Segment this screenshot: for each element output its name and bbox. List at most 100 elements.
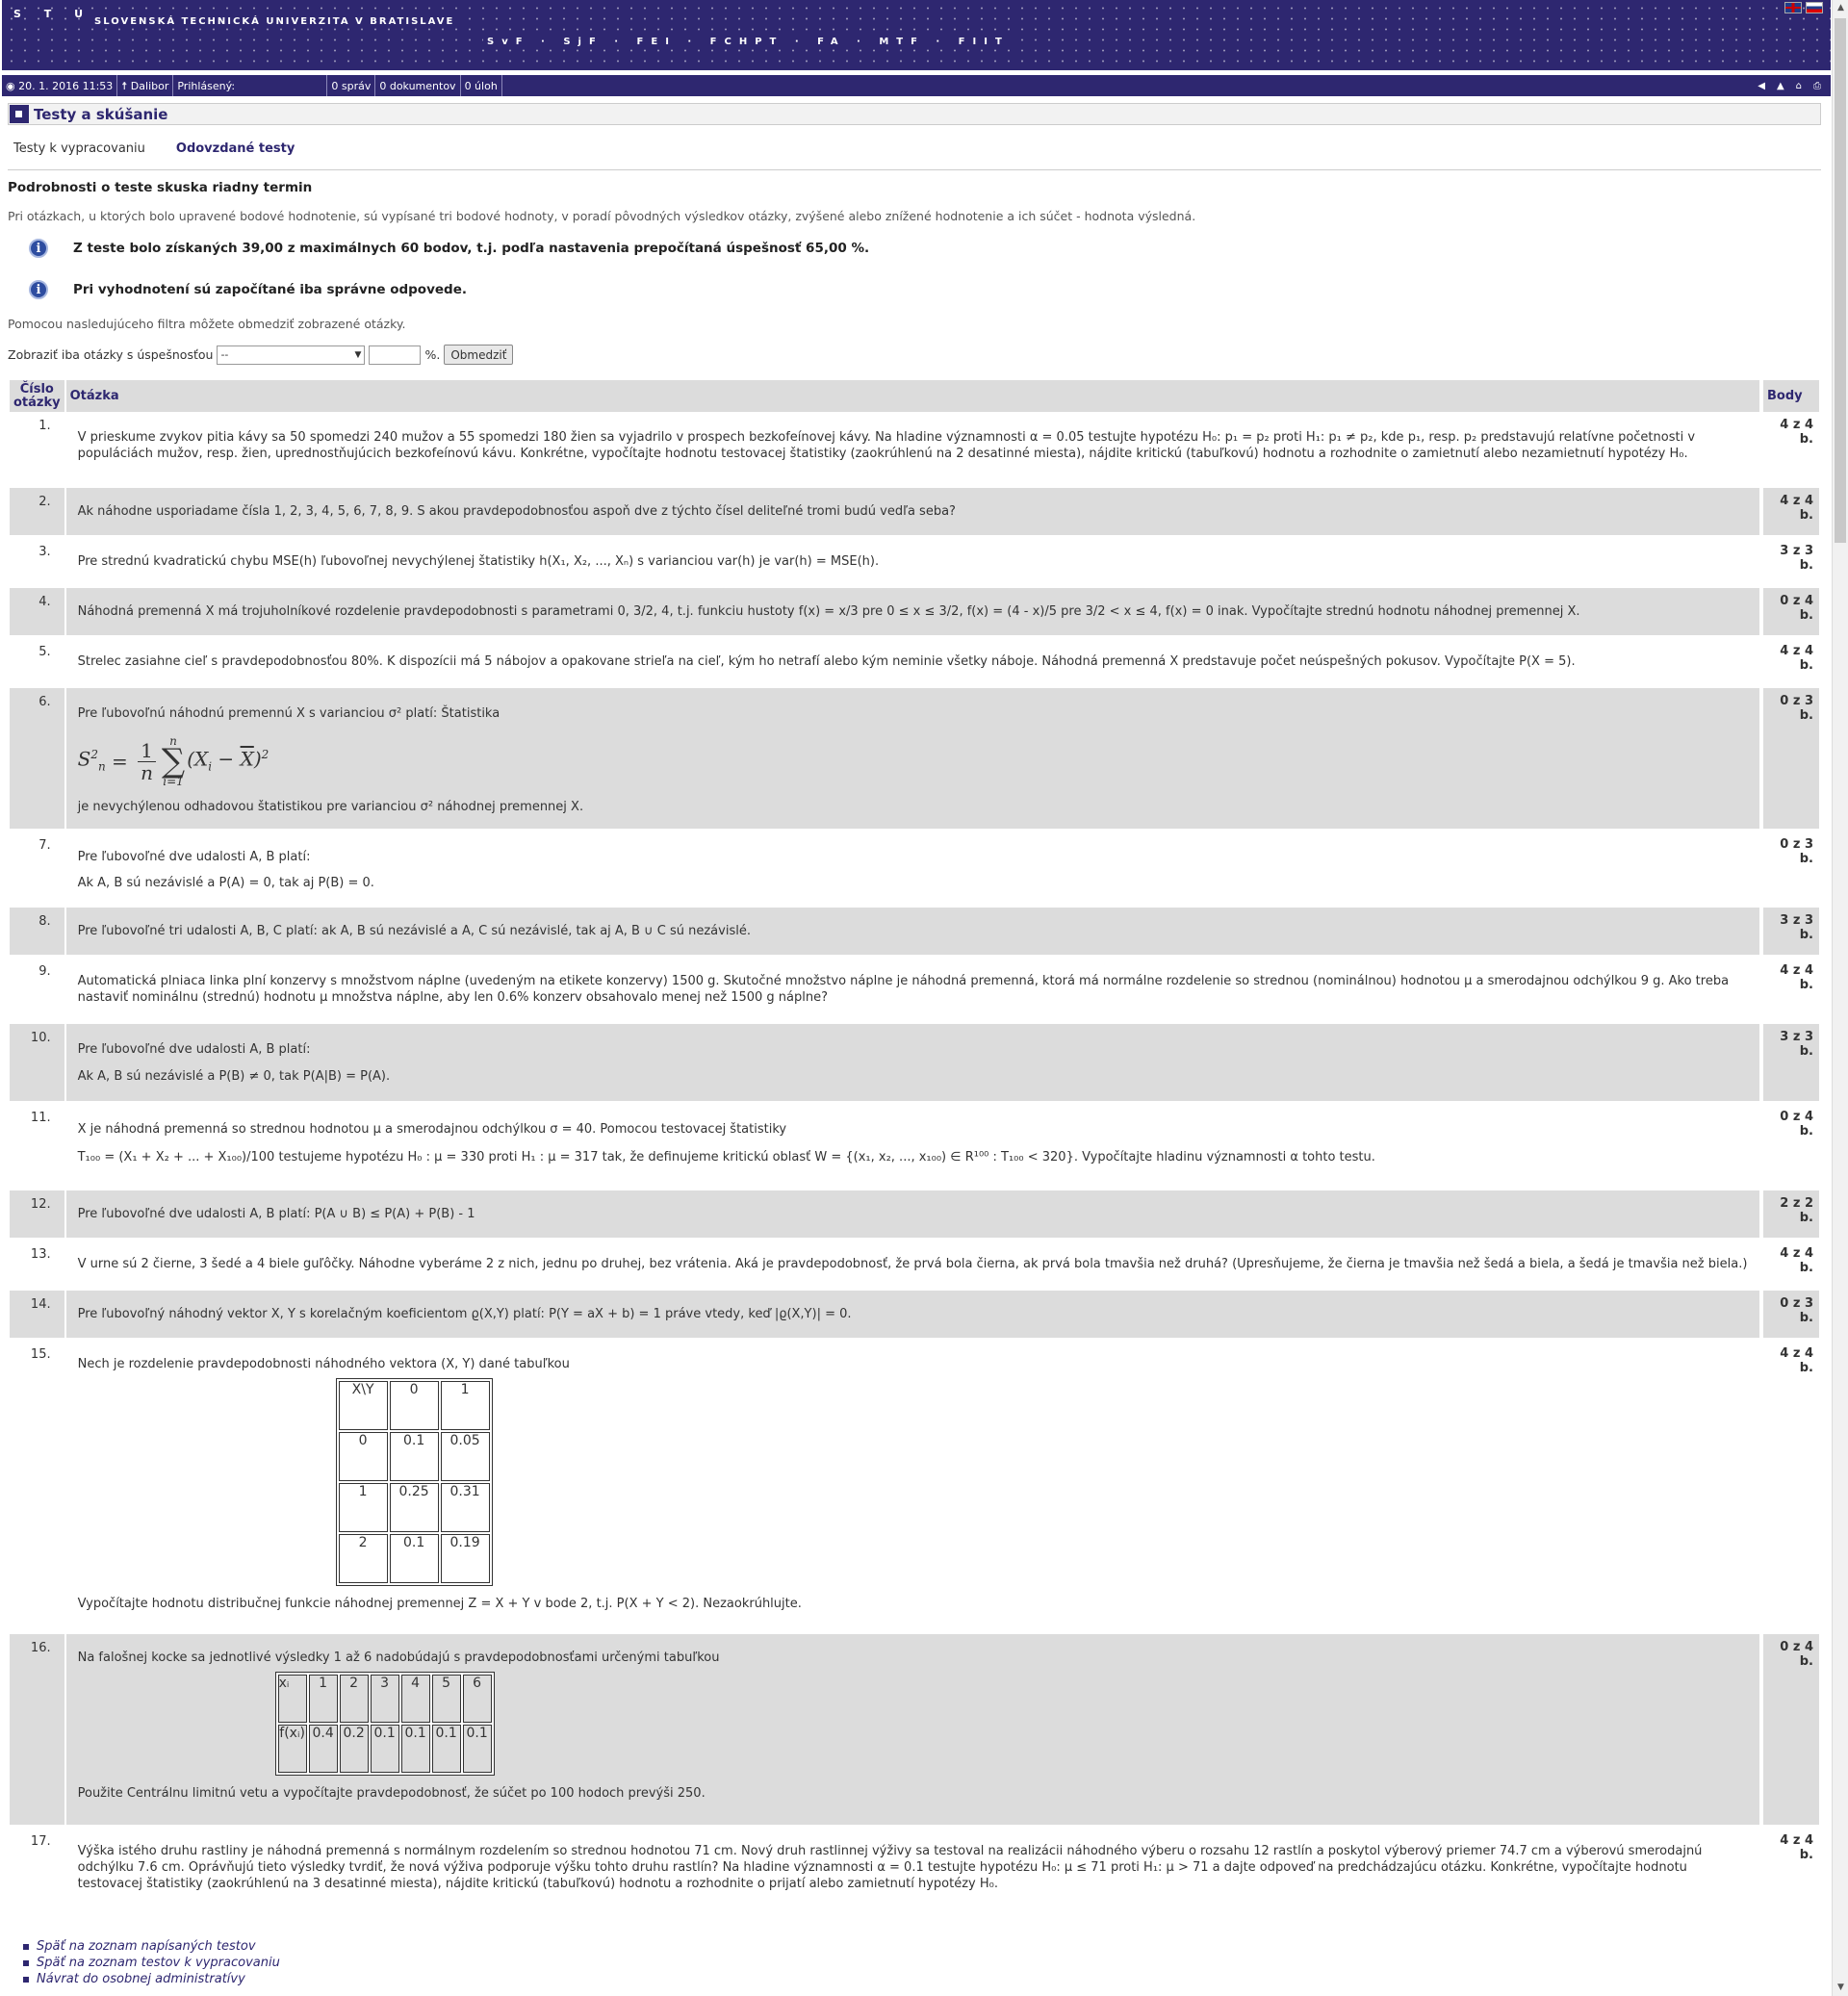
english-flag-icon[interactable] — [1784, 2, 1802, 13]
evaluation-info: i Pri vyhodnotení sú započítané iba sprá… — [29, 280, 467, 299]
probability-table: X\Y 0 1 0 0.1 0.05 1 0.25 0.31 2 0.1 0.1… — [335, 1378, 493, 1586]
question-text: Pre strednú kvadratickú chybu MSE(h) ľub… — [77, 554, 880, 569]
question-text: Ak náhodne usporiadame čísla 1, 2, 3, 4,… — [77, 504, 956, 519]
question-text: Výška istého druhu rastliny je náhodná p… — [77, 1844, 1703, 1891]
table-row: 4. Náhodná premenná X má trojuholníkové … — [10, 588, 1819, 635]
question-text: Pre ľubovoľnú náhodnú premennú X s varia… — [77, 706, 500, 721]
table-row: 1. V prieskume zvykov pitia kávy sa 50 s… — [10, 412, 1819, 485]
probability-table: xᵢ 1 2 3 4 5 6 f(xᵢ) 0.4 0.2 0.1 0.1 0.1… — [274, 1672, 495, 1776]
table-row: 13. V urne sú 2 čierne, 3 šedé a 4 biele… — [10, 1241, 1819, 1288]
user-name[interactable]: ☨ Dalibor — [117, 75, 174, 96]
question-text: V prieskume zvykov pitia kávy sa 50 spom… — [77, 430, 1696, 461]
table-row: 9. Automatická plniaca linka plní konzer… — [10, 958, 1819, 1021]
footer-links: Späť na zoznam napísaných testov Späť na… — [23, 1938, 280, 1987]
table-row: 5. Strelec zasiahne cieľ s pravdepodobno… — [10, 638, 1819, 685]
question-points: 4 z 4 b. — [1759, 412, 1819, 485]
question-points: 4 z 4 b. — [1759, 1341, 1819, 1631]
question-points: 3 z 3 b. — [1759, 538, 1819, 585]
question-text: Náhodná premenná X má trojuholníkové roz… — [77, 604, 1580, 619]
question-points: 0 z 4 b. — [1759, 588, 1819, 635]
question-points: 4 z 4 b. — [1759, 638, 1819, 685]
print-icon[interactable]: ⎙ — [1813, 81, 1821, 91]
percent-label: %. — [424, 347, 441, 362]
faculties-list: SvF · SjF · FEI · FCHPT · FA · MTF · FII… — [483, 36, 1014, 48]
column-header-question: Otázka — [64, 380, 1759, 412]
info-icon: i — [29, 280, 48, 299]
question-text: Pre ľubovoľné dve udalosti A, B platí: — [77, 850, 311, 864]
vertical-scrollbar[interactable]: ▲ ▼ — [1832, 0, 1848, 1996]
table-row: 14. Pre ľubovoľný náhodný vektor X, Y s … — [10, 1291, 1819, 1338]
table-row: 15. Nech je rozdelenie pravdepodobnosti … — [10, 1341, 1819, 1631]
question-text-continued: Ak A, B sú nezávislé a P(B) ≠ 0, tak P(A… — [77, 1069, 391, 1084]
documents-count[interactable]: 0 dokumentov — [375, 75, 461, 96]
question-text-continued: je nevychýlenou odhadovou štatistikou pr… — [77, 800, 584, 814]
chevron-down-icon: ▼ — [354, 349, 362, 360]
question-points: 0 z 4 b. — [1759, 1634, 1819, 1825]
sample-variance-formula: S2n = 1n n ∑ i=1 (Xi − X)2 — [77, 734, 270, 788]
question-points: 4 z 4 b. — [1759, 1828, 1819, 1901]
details-heading: Podrobnosti o teste skuska riadny termin — [8, 180, 313, 195]
question-text: V urne sú 2 čierne, 3 šedé a 4 biele guľ… — [77, 1257, 1748, 1271]
question-text: Nech je rozdelenie pravdepodobnosti náho… — [77, 1357, 570, 1371]
datetime: ◉ 20. 1. 2016 11:53 — [2, 75, 118, 96]
success-rate-select[interactable]: -- ▼ — [217, 345, 366, 365]
question-points: 0 z 4 b. — [1759, 1104, 1819, 1188]
question-text: Na falošnej kocke sa jednotlivé výsledky… — [77, 1651, 720, 1665]
filter-button[interactable]: Obmedziť — [444, 345, 514, 365]
tab-tests-to-complete[interactable]: Testy k vypracovaniu — [13, 141, 145, 156]
back-to-written-tests-link[interactable]: Späť na zoznam napísaných testov — [23, 1938, 280, 1955]
header-banner: S T U SLOVENSKÁ TECHNICKÁ UNIVERZITA V B… — [2, 0, 1831, 70]
details-description: Pri otázkach, u ktorých bolo upravené bo… — [8, 209, 1196, 223]
score-info: i Z teste bolo získaných 39,00 z maximál… — [29, 239, 869, 258]
question-points: 3 z 3 b. — [1759, 908, 1819, 955]
table-row: 6. Pre ľubovoľnú náhodnú premennú X s va… — [10, 688, 1819, 829]
table-row: 10. Pre ľubovoľné dve udalosti A, B plat… — [10, 1024, 1819, 1101]
tabs: Testy k vypracovaniu Odovzdané testy — [13, 141, 295, 156]
question-text: Pre ľubovoľné dve udalosti A, B platí: P… — [77, 1207, 475, 1221]
scroll-up-icon[interactable]: ▲ — [1833, 0, 1848, 16]
filter-row: Zobraziť iba otázky s úspešnosťou -- ▼ %… — [8, 345, 514, 365]
table-row: 2. Ak náhodne usporiadame čísla 1, 2, 3,… — [10, 488, 1819, 535]
table-row: 8. Pre ľubovoľné tri udalosti A, B, C pl… — [10, 908, 1819, 955]
scrollbar-thumb[interactable] — [1835, 18, 1846, 543]
filter-label: Zobraziť iba otázky s úspešnosťou — [8, 347, 214, 362]
question-text-continued: Vypočítajte hodnotu distribučnej funkcie… — [77, 1597, 802, 1611]
section-square-icon — [10, 105, 29, 123]
question-text: Pre ľubovoľné tri udalosti A, B, C platí… — [77, 924, 751, 938]
question-text-continued: T₁₀₀ = (X₁ + X₂ + ... + X₁₀₀)/100 testuj… — [77, 1150, 1375, 1164]
question-points: 2 z 2 b. — [1759, 1190, 1819, 1238]
tab-submitted-tests[interactable]: Odovzdané testy — [176, 141, 295, 156]
question-points: 3 z 3 b. — [1759, 1024, 1819, 1101]
info-icon: i — [29, 239, 48, 258]
info-bar: ◉ 20. 1. 2016 11:53 ☨ Dalibor Prihlásený… — [2, 75, 1831, 96]
logged-status: Prihlásený: — [173, 75, 328, 96]
back-to-tests-to-complete-link[interactable]: Späť na zoznam testov k vypracovaniu — [23, 1955, 280, 1971]
question-text: X je náhodná premenná so strednou hodnot… — [77, 1122, 787, 1137]
question-text: Pre ľubovoľný náhodný vektor X, Y s kore… — [77, 1307, 852, 1321]
table-row: 17. Výška istého druhu rastliny je náhod… — [10, 1828, 1819, 1901]
question-points: 0 z 3 b. — [1759, 688, 1819, 829]
question-text: Strelec zasiahne cieľ s pravdepodobnosťo… — [77, 654, 1576, 669]
back-to-administration-link[interactable]: Návrat do osobnej administratívy — [23, 1971, 280, 1987]
question-text-continued: Použite Centrálnu limitnú vetu a vypočít… — [77, 1786, 706, 1801]
filter-note: Pomocou nasledujúceho filtra môžete obme… — [8, 317, 406, 331]
messages-count[interactable]: 0 správ — [327, 75, 376, 96]
percent-input[interactable] — [369, 345, 422, 365]
divider — [8, 169, 1821, 170]
slovak-flag-icon[interactable] — [1806, 2, 1823, 13]
table-row: 3. Pre strednú kvadratickú chybu MSE(h) … — [10, 538, 1819, 585]
section-title: Testy a skúšanie — [34, 106, 168, 123]
table-row: 7. Pre ľubovoľné dve udalosti A, B platí… — [10, 832, 1819, 905]
question-text: Pre ľubovoľné dve udalosti A, B platí: — [77, 1042, 311, 1057]
question-points: 4 z 4 b. — [1759, 1241, 1819, 1288]
university-name: SLOVENSKÁ TECHNICKÁ UNIVERZITA V BRATISL… — [90, 15, 459, 28]
scroll-down-icon[interactable]: ▼ — [1833, 1980, 1848, 1996]
question-points: 0 z 3 b. — [1759, 832, 1819, 905]
stu-logo: S T U — [13, 8, 93, 20]
back-icon[interactable]: ◀ — [1758, 81, 1765, 91]
tasks-count[interactable]: 0 úloh — [461, 75, 502, 96]
up-icon[interactable]: ▲ — [1777, 81, 1784, 91]
home-icon[interactable]: ⌂ — [1796, 81, 1802, 91]
table-row: 12. Pre ľubovoľné dve udalosti A, B plat… — [10, 1190, 1819, 1238]
section-header: Testy a skúšanie — [8, 103, 1821, 125]
